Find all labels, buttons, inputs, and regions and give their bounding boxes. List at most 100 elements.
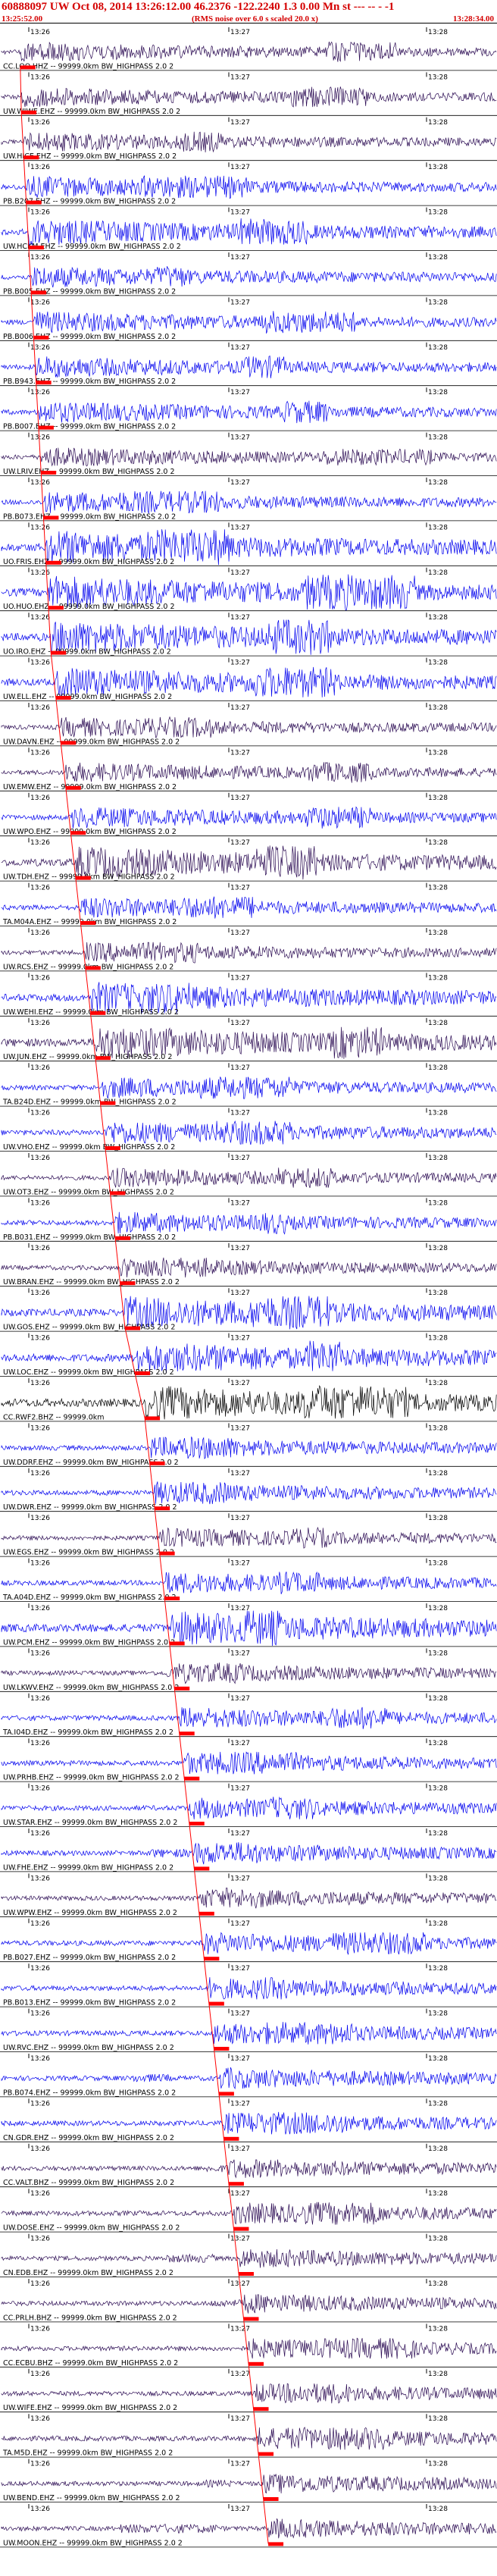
seismogram-plot: 13:26 13:27 13:28CC.LOO.HHZ -- 99999.0km B… [0, 23, 497, 2547]
time-tick-label: 13:26 [30, 1199, 50, 1207]
time-tick-label: 13:28 [428, 344, 448, 352]
time-tick-label: 13:28 [428, 1064, 448, 1072]
trace-row: 13:26 13:27 13:28 UW.EGS.EHZ -- 99999.0km B… [0, 1513, 497, 1557]
trace-row: 13:26 13:27 13:28CC.LOO.HHZ -- 99999.0km B… [0, 27, 497, 71]
time-tick-label: 13:28 [428, 1560, 448, 1568]
trace-label: UW.EMW.EHZ -- 99999.0km BW_HIGHPASS 2.0 … [3, 783, 177, 791]
pick-marker [268, 2542, 284, 2546]
trace-label: UW.EGS.EHZ -- 99999.0km BW_HIGHPASS 2.0 … [3, 1549, 174, 1557]
time-tick-label: 13:28 [428, 74, 448, 81]
time-tick-label: 13:26 [30, 885, 50, 892]
pick-marker [38, 425, 54, 430]
trace-waveform [1, 1211, 497, 1235]
pick-marker [75, 876, 91, 880]
trace-row: 13:26 13:27 13:28 CC.VALT.BHZ -- 99999.0km … [0, 2143, 497, 2187]
time-tick-label: 13:27 [230, 614, 250, 622]
pick-marker [208, 2001, 224, 2006]
time-tick-label: 13:26 [30, 1155, 50, 1162]
trace-label: PB.B006.EHZ -- 99999.0km BW_HIGHPASS 2.0… [3, 333, 176, 341]
trace-label: UW.DWR.EHZ -- 99999.0km BW_HIGHPASS 2.0 … [3, 1503, 177, 1512]
trace-label: CC.ECBU.BHZ -- 99999.0km BW_HIGHPASS 2.0… [3, 2359, 178, 2368]
time-tick-label: 13:26 [30, 1920, 50, 1928]
trace-label: UW.OT3.EHZ -- 99999.0km BW_HIGHPASS 2.0 … [3, 1188, 174, 1196]
pick-marker [23, 155, 39, 160]
time-tick-label: 13:28 [428, 2190, 448, 2198]
trace-row: 13:26 13:27 13:28UW.LOC.EHZ -- 99999.0km B… [0, 1333, 497, 1377]
time-tick-label: 13:26 [30, 974, 50, 982]
pick-marker [238, 2272, 254, 2276]
trace-waveform [1, 1751, 497, 1775]
time-tick-label: 13:28 [428, 839, 448, 847]
trace-label: UW.MOON.EHZ -- 99999.0km BW_HIGHPASS 2.0… [3, 2539, 183, 2547]
trace-label: PB.B073.EHZ -- 99999.0km BW_HIGHPASS 2.0… [3, 512, 176, 521]
trace-row: 13:26 13:27 13:28 TA.A04D.EHZ -- 99999.0km … [0, 1558, 497, 1602]
trace-row: 13:26 13:27 13:28 UW.DOSE.EHZ -- 99999.0km … [0, 2189, 497, 2233]
pick-marker [174, 1686, 190, 1691]
time-tick-label: 13:27 [230, 2325, 250, 2333]
trace-waveform [1, 1796, 497, 1819]
pick-marker [194, 1866, 210, 1871]
trace-row: 13:26 13:27 13:28 UO.HUO.EHZ -- 99999.0km B… [0, 567, 497, 611]
time-tick-label: 13:26 [30, 660, 50, 667]
time-tick-label: 13:28 [428, 1650, 448, 1657]
trace-row: 13:26 13:27 13:28 UW.EMW.EHZ -- 99999.0km B… [0, 747, 497, 791]
pick-marker [33, 335, 49, 340]
time-tick-label: 13:28 [428, 974, 448, 982]
trace-row: 13:26 13:27 13:28 TA.M5D.EHZ -- 99999.0km B… [0, 2414, 497, 2458]
trace-label: PB.B007.EHZ -- 99999.0km BW_HIGHPASS 2.0… [3, 423, 176, 431]
trace-label: CC.RWF2.BHZ -- 99999.0km [3, 1413, 105, 1421]
time-tick-label: 13:26 [30, 1515, 50, 1522]
trace-label: UW.JUN.EHZ -- 99999.0km BW_HIGHPASS 2.0 … [3, 1053, 172, 1061]
trace-label: PB.B943.EHZ -- 99999.0km BW_HIGHPASS 2.0… [3, 378, 176, 386]
time-tick-label: 13:27 [230, 2145, 250, 2153]
trace-label: UO.FRIS.EHZ -- 99999.0km BW_HIGHPASS 2.0… [3, 558, 174, 566]
time-tick-label: 13:27 [230, 479, 250, 487]
time-tick-label: 13:28 [428, 2371, 448, 2378]
trace-waveform [1, 2383, 497, 2404]
time-tick-label: 13:26 [30, 704, 50, 712]
time-tick-label: 13:28 [428, 119, 448, 127]
pick-marker [21, 110, 37, 114]
trace-row: 13:26 13:27 13:28 UW.JUN.EHZ -- 99999.0km B… [0, 1017, 497, 1061]
time-tick-label: 13:26 [30, 1785, 50, 1793]
time-tick-label: 13:27 [230, 389, 250, 396]
trace-waveform [1, 2427, 497, 2450]
trace-row: 13:26 13:27 13:28 PB.B943.EHZ -- 99999.0km … [0, 342, 497, 386]
time-tick-label: 13:27 [230, 2190, 250, 2198]
time-tick-label: 13:27 [230, 299, 250, 306]
time-tick-label: 13:26 [30, 794, 50, 802]
trace-row: 13:26 13:27 13:28 UW.ELL.EHZ -- 99999.0km B… [0, 657, 497, 701]
pick-marker [28, 246, 44, 249]
time-tick-label: 13:27 [230, 209, 250, 217]
trace-row: 13:26 13:27 13:28 PB.B027.EHZ -- 99999.0km … [0, 1918, 497, 1962]
time-tick-label: 13:28 [428, 1605, 448, 1612]
trace-row: 13:26 13:27 13:28UW.HCKM.EHZ -- 99999.0km … [0, 207, 497, 251]
trace-row: 13:26 13:27 13:28 UW.STAR.EHZ -- 99999.0km … [0, 1783, 497, 1827]
trace-row: 13:26 13:27 13:28 CN.GDR.EHZ -- 99999.0km B… [0, 2098, 497, 2142]
pick-marker [90, 1011, 106, 1015]
trace-label: UW.DAVN.EHZ -- 99999.0km BW_HIGHPASS 2.0… [3, 738, 180, 746]
trace-label: UW.RVC.EHZ -- 99999.0km BW_HIGHPASS 2.0 … [3, 2044, 174, 2052]
pick-marker [48, 606, 64, 610]
trace-label: UW.DOSE.EHZ -- 99999.0km BW_HIGHPASS 2.0… [3, 2224, 180, 2233]
pick-marker [80, 921, 96, 925]
pick-marker [164, 1597, 180, 1600]
pick-marker [179, 1731, 195, 1736]
time-tick-label: 13:28 [428, 1830, 448, 1838]
trace-row: 13:26 13:27 13:28 UW.WPO.EHZ -- 99999.0km B… [0, 792, 497, 836]
trace-row: 13:26 13:27 13:28 CN.EDB.EHZ -- 99999.0km B… [0, 2233, 497, 2277]
pick-marker [55, 696, 71, 700]
trace-waveform [1, 1571, 497, 1594]
time-tick-label: 13:27 [230, 569, 250, 577]
pick-marker [51, 650, 67, 655]
time-tick-label: 13:27 [230, 1650, 250, 1657]
time-tick-label: 13:27 [230, 1515, 250, 1522]
time-tick-label: 13:28 [428, 704, 448, 712]
trace-row: 13:26 13:27 13:28UW.PCM.EHZ -- 99999.0km B… [0, 1603, 497, 1647]
trace-waveform [1, 2159, 497, 2179]
time-tick-label: 13:26 [30, 1110, 50, 1117]
time-tick-label: 13:28 [428, 2415, 448, 2423]
time-tick-label: 13:27 [230, 2415, 250, 2423]
trace-row: 13:26 13:27 13:28 UW.BRAN.EHZ -- 99999.0km … [0, 1243, 497, 1286]
pick-marker [135, 1371, 151, 1375]
